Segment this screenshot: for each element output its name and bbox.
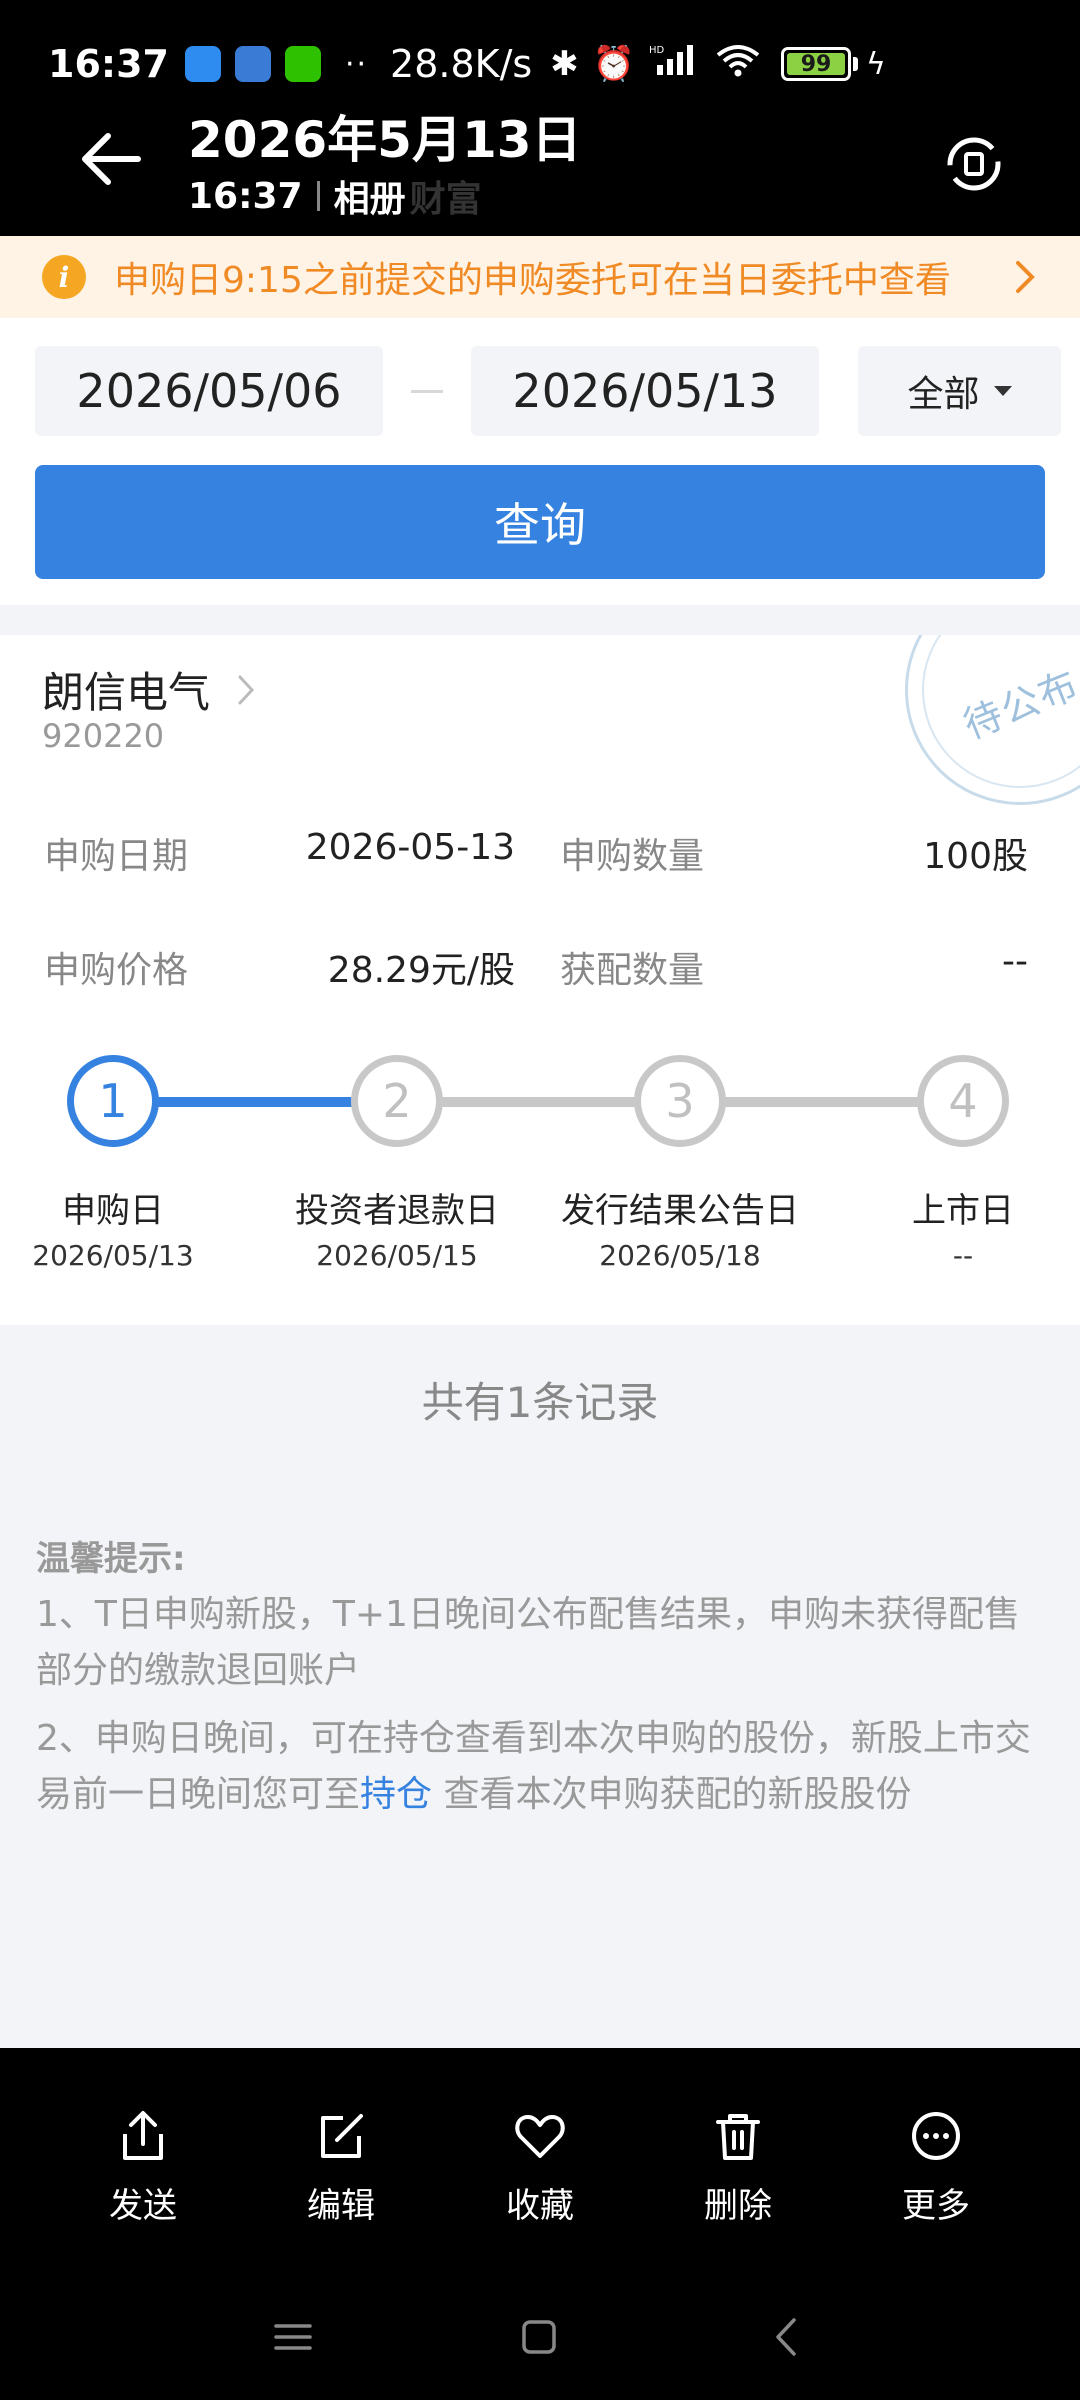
ipo-record-card: 朗信电气 920220 待公布 申购日期 2026-05-13 申购数量 100… — [0, 635, 1080, 1325]
step-date: -- — [952, 1239, 974, 1272]
trash-icon — [716, 2114, 760, 2160]
pending-stamp: 待公布 — [905, 635, 1080, 805]
notice-banner[interactable]: i 申购日9:15之前提交的申购委托可在当日委托中查看 — [0, 236, 1080, 318]
caret-down-icon — [993, 386, 1012, 396]
info-section: 共有1条记录 温馨提示: 1、T日申购新股，T+1日晚间公布配售结果，申购未获得… — [0, 1325, 1080, 2048]
price-value: 28.29元/股 — [327, 950, 515, 991]
apply-qty-value: 100股 — [923, 836, 1028, 877]
price-label: 申购价格 — [44, 950, 189, 991]
step-label: 上市日 — [912, 1191, 1014, 1231]
wallet-notification-icon — [234, 46, 271, 82]
edit-button[interactable]: 编辑 — [271, 2108, 411, 2227]
chevron-right-icon — [238, 675, 255, 704]
step-date: 2026/05/18 — [599, 1239, 761, 1272]
wifi-icon — [715, 43, 761, 86]
network-speed: 28.8K/s — [390, 42, 533, 86]
query-button[interactable]: 查询 — [35, 465, 1045, 579]
stock-name-link[interactable]: 朗信电气 — [42, 659, 256, 720]
share-icon — [123, 2111, 163, 2160]
start-date-input[interactable]: 2026/05/06 — [35, 346, 383, 436]
step-label: 发行结果公告日 — [561, 1191, 799, 1231]
status-filter-dropdown[interactable]: 全部 — [858, 346, 1061, 436]
menu-nav-icon[interactable] — [268, 2312, 318, 2362]
svg-text:HD: HD — [649, 45, 665, 56]
step-date: 2026/05/15 — [316, 1239, 478, 1272]
tips: 温馨提示: 1、T日申购新股，T+1日晚间公布配售结果，申购未获得配售部分的缴款… — [36, 1531, 1046, 1823]
edit-icon — [321, 2114, 363, 2158]
photo-subtitle: 16:37 相册 财富 — [188, 170, 482, 222]
alarm-icon: ⏰ — [592, 44, 636, 84]
battery-icon: 99 — [781, 47, 859, 81]
tip-2: 2、申购日晚间，可在持仓查看到本次申购的股份，新股上市交易前一日晚间您可至持仓 … — [36, 1718, 1031, 1815]
end-date-input[interactable]: 2026/05/13 — [471, 346, 819, 436]
info-icon: i — [42, 255, 86, 299]
viewer-header: 16:37 ·· 28.8K/s ✱ ⏰ HD 99 ϟ 2026年5月13日 … — [0, 0, 1080, 236]
step-circle: 4 — [917, 1055, 1009, 1147]
apply-date-value: 2026-05-13 — [305, 827, 515, 868]
tip-1: 1、T日申购新股，T+1日晚间公布配售结果，申购未获得配售部分的缴款退回账户 — [36, 1594, 1020, 1691]
home-nav-icon[interactable] — [514, 2312, 564, 2362]
wechat-notification-icon — [284, 46, 321, 82]
section-divider — [0, 605, 1080, 635]
holdings-link[interactable]: 持仓 — [360, 1774, 432, 1815]
step-circle: 2 — [351, 1055, 443, 1147]
apply-date-label: 申购日期 — [44, 836, 189, 877]
back-nav-icon[interactable] — [762, 2312, 812, 2362]
back-arrow-icon[interactable] — [76, 124, 146, 194]
step-circle: 1 — [67, 1055, 159, 1147]
signal-icon: HD — [649, 43, 701, 86]
stock-code: 920220 — [42, 717, 165, 755]
album-name: 相册 — [333, 179, 406, 220]
status-time: 16:37 — [48, 42, 169, 86]
chevron-right-icon — [1016, 261, 1035, 293]
step-label: 投资者退款日 — [295, 1191, 499, 1231]
faded-background-text: 财富 — [409, 179, 482, 220]
status-bar: 16:37 ·· 28.8K/s ✱ ⏰ HD 99 ϟ — [48, 36, 1040, 92]
send-button[interactable]: 发送 — [73, 2108, 213, 2227]
more-icon — [912, 2112, 960, 2160]
delete-button[interactable]: 删除 — [668, 2108, 808, 2227]
charging-icon: ϟ — [866, 46, 886, 82]
step-label: 申购日 — [62, 1191, 164, 1231]
allot-label: 获配数量 — [560, 950, 705, 991]
allot-value: -- — [1002, 941, 1028, 982]
photo-date-title: 2026年5月13日 — [188, 111, 582, 169]
filter-label: 全部 — [907, 374, 980, 415]
apply-qty-label: 申购数量 — [560, 836, 705, 877]
more-notifications-icon: ·· — [344, 46, 369, 82]
progress-steps: 1 2 3 4 — [0, 1055, 1080, 1175]
app-notification-icon — [184, 46, 221, 82]
date-range-divider — [411, 390, 443, 393]
tips-title: 温馨提示: — [36, 1539, 186, 1579]
favorite-button[interactable]: 收藏 — [470, 2108, 610, 2227]
heart-icon — [515, 2115, 565, 2158]
bluetooth-icon: ✱ — [550, 44, 579, 84]
record-count: 共有1条记录 — [421, 1378, 659, 1427]
notice-text: 申购日9:15之前提交的申购委托可在当日委托中查看 — [114, 260, 951, 301]
photo-time: 16:37 — [188, 175, 303, 217]
step-circle: 3 — [634, 1055, 726, 1147]
stock-name: 朗信电气 — [42, 668, 211, 717]
step-date: 2026/05/13 — [32, 1239, 194, 1272]
more-button[interactable]: 更多 — [866, 2108, 1006, 2227]
rotate-icon[interactable] — [944, 134, 1004, 194]
